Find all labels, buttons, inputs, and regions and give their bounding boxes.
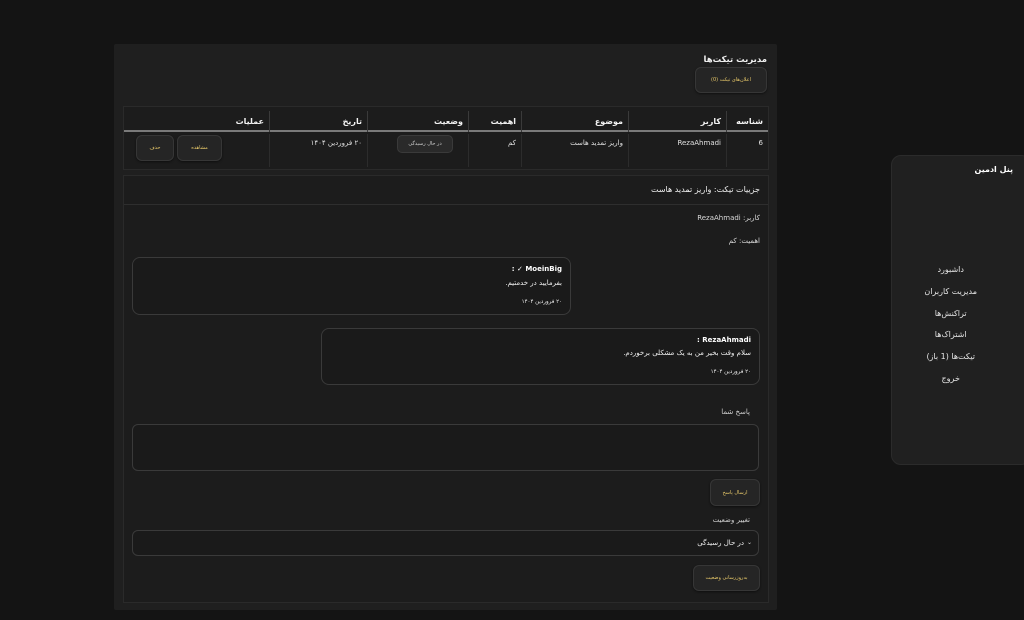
col-user-header: کاربر [628,111,726,132]
tickets-table: شناسه کاربر موضوع اهمیت وضعیت تاریخ عملی… [123,106,769,170]
delete-ticket-button[interactable]: حذف [136,135,174,161]
col-date-header: تاریخ [269,111,367,132]
page-title: مدیریت تیکت‌ها [703,55,768,65]
cell-status: در حال رسیدگی [367,134,468,167]
message-text: سلام وقت بخیر من به یک مشکلی برخوردم. [623,349,751,357]
cell-subject: واریز تمدید هاست [521,134,628,167]
ticket-details: جزییات تیکت: واریز تمدید هاست کاربر: Rez… [123,175,769,603]
send-reply-button[interactable]: ارسال پاسخ [710,479,760,506]
message-text: بفرمایید در خدمتیم. [505,279,562,287]
admin-sidebar: پنل ادمین داشبورد مدیریت کاربران تراکنش‌… [891,155,1024,465]
message-user: RezaAhmadi : سلام وقت بخیر من به یک مشکل… [321,328,760,385]
sidebar-item-transactions[interactable]: تراکنش‌ها [935,307,967,329]
details-title: جزییات تیکت: واریز تمدید هاست [650,185,760,194]
sidebar-nav: داشبورد مدیریت کاربران تراکنش‌ها اشتراک‌… [924,263,977,394]
view-ticket-button[interactable]: مشاهده [177,135,222,161]
status-change-label: تغییر وضعیت [712,516,750,524]
cell-priority: کم [468,134,521,167]
chevron-down-icon: ⌄ [746,539,752,546]
message-author: RezaAhmadi : [696,336,751,344]
status-select-value: در حال رسیدگی [697,539,744,547]
ticket-user: کاربر: RezaAhmadi [697,214,760,222]
col-subject-header: موضوع [521,111,628,132]
sidebar-title: پنل ادمین [974,165,1013,174]
reply-textarea[interactable] [132,424,759,471]
message-author: MoeinBig ✓ : [511,265,562,273]
cell-date: ۲۰ فروردین ۱۴۰۴ [269,134,367,167]
col-status-header: وضعیت [367,111,468,132]
details-header: جزییات تیکت: واریز تمدید هاست [124,176,768,205]
update-status-button[interactable]: به‌روزرسانی وضعیت [693,565,760,591]
sidebar-item-users[interactable]: مدیریت کاربران [924,285,977,307]
cell-user: RezaAhmadi [628,134,726,167]
message-date: ۲۰ فروردین ۱۴۰۴ [710,369,751,375]
cell-actions: مشاهده حذف [124,134,269,167]
sidebar-item-logout[interactable]: خروج [942,372,960,394]
reply-label: پاسخ شما [721,408,750,416]
tickets-panel: مدیریت تیکت‌ها اعلان‌های تیکت (0) شناسه … [114,44,777,610]
cell-id: 6 [726,134,768,167]
sidebar-item-dashboard[interactable]: داشبورد [937,263,963,285]
sidebar-item-tickets[interactable]: تیکت‌ها (1 باز) [926,350,975,372]
status-select[interactable]: ⌄ در حال رسیدگی [132,530,759,556]
table-row: 6 RezaAhmadi واریز تمدید هاست کم در حال … [124,134,768,167]
ticket-priority: اهمیت: کم [728,237,760,245]
sidebar-item-subscriptions[interactable]: اشتراک‌ها [935,328,967,350]
table-header: شناسه کاربر موضوع اهمیت وضعیت تاریخ عملی… [124,111,768,132]
ticket-notifications-button[interactable]: اعلان‌های تیکت (0) [695,67,767,93]
col-id-header: شناسه [726,111,768,132]
col-priority-header: اهمیت [468,111,521,132]
message-date: ۲۰ فروردین ۱۴۰۴ [521,299,562,305]
message-admin: MoeinBig ✓ : بفرمایید در خدمتیم. ۲۰ فرور… [132,257,571,315]
col-actions-header: عملیات [235,117,264,126]
status-badge: در حال رسیدگی [397,135,453,153]
